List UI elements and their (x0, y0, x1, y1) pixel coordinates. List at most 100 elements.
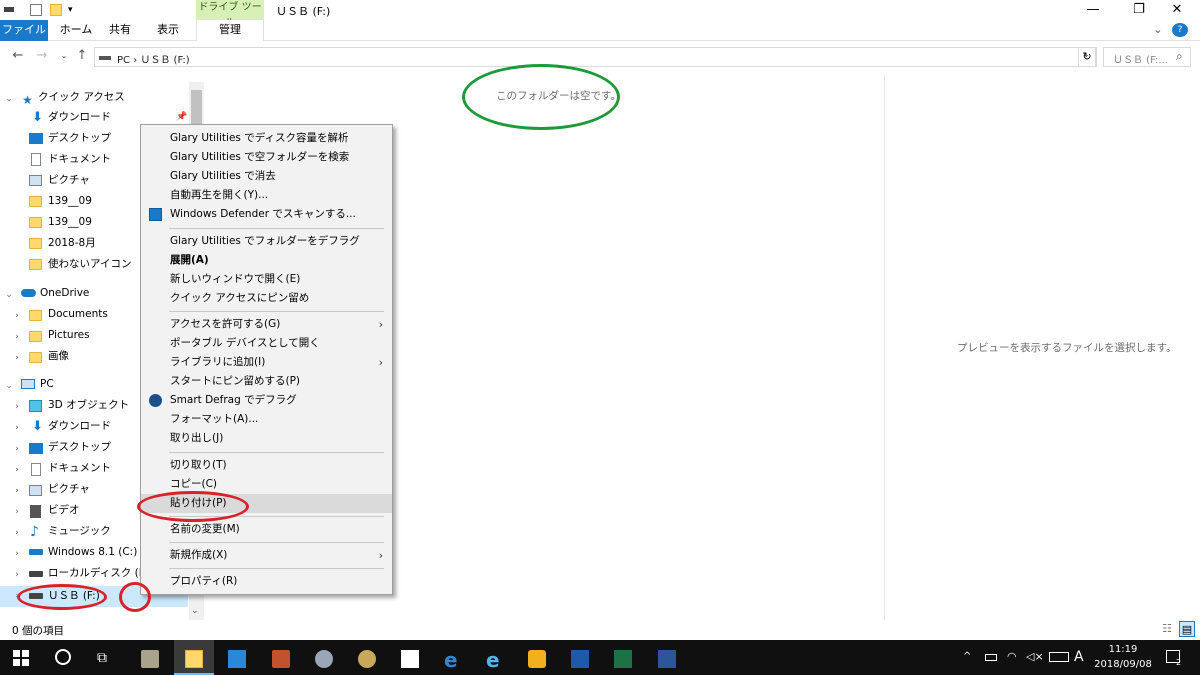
chevron-right-icon[interactable]: › (12, 402, 22, 412)
ribbon-expand-icon[interactable]: ⌄ (1150, 20, 1166, 41)
task-view-icon[interactable]: ⧉ (97, 650, 115, 668)
nav-pc-drive-d[interactable]: ローカルディスク (D:) (48, 563, 154, 584)
palette-icon[interactable] (358, 650, 376, 668)
menu-new[interactable]: 新規作成(X) › (141, 546, 392, 565)
chevron-right-icon[interactable]: › (12, 444, 22, 454)
minimize-button[interactable]: — (1070, 0, 1116, 20)
chevron-right-icon[interactable]: › (12, 507, 22, 517)
ime-indicator[interactable]: A (1074, 649, 1084, 665)
help-icon[interactable]: ? (1172, 23, 1188, 37)
nav-pc-drive-c[interactable]: Windows 8.1 (C:) (48, 542, 137, 563)
recent-locations-icon[interactable]: ⌄ (56, 48, 72, 64)
nav-quick-folder-4[interactable]: 使わないアイコン (48, 254, 131, 275)
internet-explorer-icon[interactable]: e (486, 648, 504, 672)
menu-smart-defrag[interactable]: Smart Defrag でデフラグ (141, 391, 392, 410)
tab-file[interactable]: ファイル (0, 20, 48, 41)
menu-cut[interactable]: 切り取り(T) (141, 456, 392, 475)
expand-chevron-icon[interactable]: ⌄ (4, 290, 14, 300)
taskbar-app-icon[interactable] (528, 650, 546, 668)
nav-onedrive-images[interactable]: 画像 (48, 346, 69, 367)
large-icons-view-icon[interactable]: ▤ (1179, 621, 1195, 637)
nav-onedrive-pictures[interactable]: Pictures (48, 325, 90, 346)
menu-autoplay[interactable]: 自動再生を開く(Y)... (141, 186, 392, 205)
address-bar[interactable]: PC › ＵＳＢ (F:) ⌄ (94, 47, 1097, 67)
nav-quick-access[interactable]: クイック アクセス (38, 87, 125, 108)
chevron-right-icon[interactable]: › (12, 353, 22, 363)
expand-chevron-icon[interactable]: ⌄ (4, 381, 14, 391)
paint-icon[interactable] (315, 650, 333, 668)
word-icon[interactable] (658, 650, 676, 668)
menu-pin-start[interactable]: スタートにピン留めする(P) (141, 372, 392, 391)
chevron-right-icon[interactable]: › (12, 486, 22, 496)
nav-pc-music[interactable]: ミュージック (48, 521, 111, 542)
chevron-right-icon[interactable]: › (12, 465, 22, 475)
customize-qa-icon[interactable]: ▾ (68, 4, 80, 16)
menu-defender-scan[interactable]: Windows Defender でスキャンする... (141, 205, 392, 224)
chevron-right-icon[interactable]: › (12, 423, 22, 433)
sticky-notes-icon[interactable] (401, 650, 419, 668)
search-input[interactable]: ＵＳＢ (F:... ⌕ (1103, 47, 1191, 67)
scroll-down-icon[interactable]: ⌄ (191, 606, 199, 616)
tab-share[interactable]: 共有 (102, 20, 138, 41)
nav-pc-download[interactable]: ダウンロード (48, 416, 111, 437)
expand-chevron-icon[interactable]: ⌄ (4, 94, 14, 104)
clock-date[interactable]: 2018/09/08 (1094, 659, 1152, 670)
nav-quick-folder-3[interactable]: 2018-8月 (48, 233, 96, 254)
back-icon[interactable]: ← (10, 48, 26, 64)
store-icon[interactable] (228, 650, 246, 668)
battery-icon[interactable] (985, 654, 997, 661)
nav-pc-desktop[interactable]: デスクトップ (48, 437, 111, 458)
nav-pc-3d-objects[interactable]: 3D オブジェクト (48, 395, 129, 416)
wifi-icon[interactable]: ◠ (1007, 650, 1017, 663)
edge-icon[interactable]: e (444, 648, 462, 672)
nav-quick-documents[interactable]: ドキュメント (48, 149, 111, 170)
nav-quick-folder-2[interactable]: 139__09 (48, 212, 92, 233)
refresh-button[interactable]: ↻ (1078, 47, 1096, 67)
chevron-right-icon[interactable]: › (12, 311, 22, 321)
nav-quick-folder-1[interactable]: 139__09 (48, 191, 92, 212)
menu-pin-quick-access[interactable]: クイック アクセスにピン留め (141, 289, 392, 308)
clock-time[interactable]: 11:19 (1094, 644, 1152, 655)
nav-quick-download[interactable]: ダウンロード (48, 107, 111, 128)
menu-open-new-window[interactable]: 新しいウィンドウで開く(E) (141, 270, 392, 289)
chevron-right-icon[interactable]: › (12, 549, 22, 559)
menu-glary-erase[interactable]: Glary Utilities で消去 (141, 167, 392, 186)
nav-pc-documents[interactable]: ドキュメント (48, 458, 111, 479)
keyboard-icon[interactable] (1049, 652, 1069, 662)
new-folder-icon[interactable] (50, 4, 62, 16)
menu-properties[interactable]: プロパティ(R) (141, 572, 392, 591)
menu-eject[interactable]: 取り出し(J) (141, 429, 392, 448)
chevron-right-icon[interactable]: › (12, 332, 22, 342)
file-explorer-icon[interactable] (185, 650, 203, 668)
chevron-right-icon[interactable]: › (12, 528, 22, 538)
show-hidden-icons-icon[interactable]: ^ (963, 651, 971, 662)
properties-icon[interactable] (30, 4, 42, 16)
tab-manage[interactable]: 管理 (196, 20, 264, 41)
menu-format[interactable]: フォーマット(A)... (141, 410, 392, 429)
menu-rename[interactable]: 名前の変更(M) (141, 520, 392, 539)
close-button[interactable]: ✕ (1154, 0, 1200, 20)
menu-give-access[interactable]: アクセスを許可する(G) › (141, 315, 392, 334)
toolbox-icon[interactable] (272, 650, 290, 668)
taskbar-app-icon[interactable] (141, 650, 159, 668)
nav-pc-pictures[interactable]: ピクチャ (48, 479, 90, 500)
volume-icon[interactable]: ◁× (1026, 650, 1044, 663)
excel-icon[interactable] (614, 650, 632, 668)
details-view-icon[interactable]: ☷ (1159, 621, 1175, 637)
menu-glary-empty-folders[interactable]: Glary Utilities で空フォルダーを検索 (141, 148, 392, 167)
menu-glary-analyze[interactable]: Glary Utilities でディスク容量を解析 (141, 129, 392, 148)
taskbar-app-icon[interactable] (571, 650, 589, 668)
nav-onedrive-documents[interactable]: Documents (48, 304, 108, 325)
chevron-right-icon[interactable]: › (12, 570, 22, 580)
menu-glary-defrag[interactable]: Glary Utilities でフォルダーをデフラグ (141, 232, 392, 251)
menu-add-library[interactable]: ライブラリに追加(I) › (141, 353, 392, 372)
nav-onedrive[interactable]: OneDrive (40, 283, 89, 304)
nav-pc-video[interactable]: ビデオ (48, 500, 80, 521)
tab-view[interactable]: 表示 (148, 20, 188, 41)
nav-pc[interactable]: PC (40, 374, 54, 395)
forward-icon[interactable]: → (34, 48, 50, 64)
cortana-icon[interactable] (55, 649, 71, 665)
menu-expand[interactable]: 展開(A) (141, 251, 392, 270)
nav-quick-pictures[interactable]: ピクチャ (48, 170, 90, 191)
start-windows-icon[interactable] (13, 650, 31, 668)
